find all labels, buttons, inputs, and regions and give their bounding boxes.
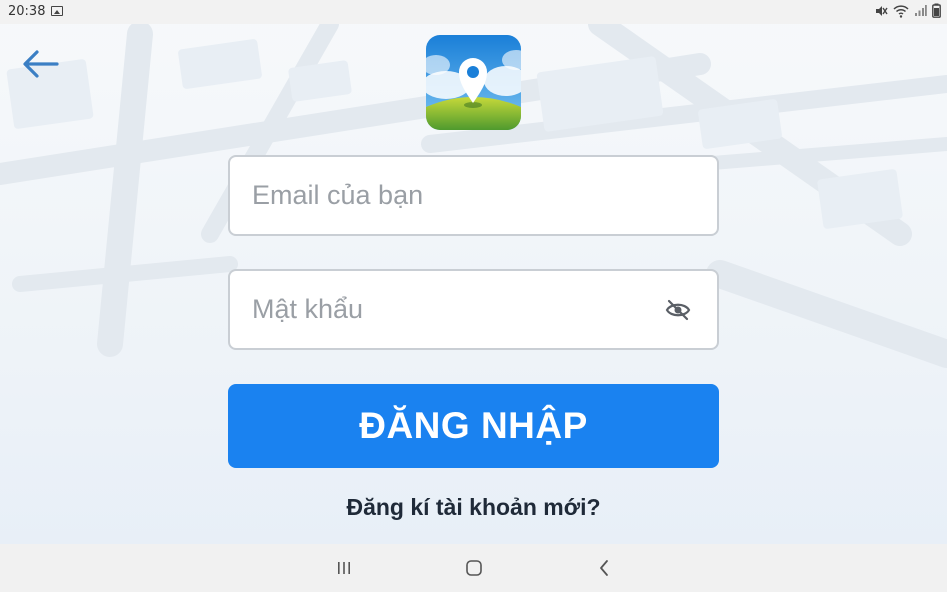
wifi-icon xyxy=(893,4,909,18)
battery-icon xyxy=(932,3,941,18)
map-pin-landscape-logo xyxy=(426,35,521,130)
status-bar: 20:38 xyxy=(0,0,947,24)
recent-apps-icon xyxy=(338,562,350,574)
mute-icon xyxy=(876,5,888,16)
status-icons xyxy=(874,3,941,18)
email-field-container[interactable] xyxy=(228,155,719,236)
eye-off-icon xyxy=(665,299,691,321)
password-field-container[interactable] xyxy=(228,269,719,350)
back-button[interactable] xyxy=(18,44,62,84)
app-logo xyxy=(426,35,521,130)
register-link[interactable]: Đăng kí tài khoản mới? xyxy=(228,494,719,521)
image-icon xyxy=(51,6,63,16)
email-input[interactable] xyxy=(252,157,672,234)
back-chevron-icon xyxy=(600,560,608,576)
password-visibility-toggle[interactable] xyxy=(665,298,691,322)
login-button[interactable]: ĐĂNG NHẬP xyxy=(228,384,719,468)
signal-icon xyxy=(915,5,927,16)
arrow-left-icon xyxy=(23,50,59,78)
status-time: 20:38 xyxy=(8,4,46,19)
home-icon xyxy=(466,560,482,576)
home-button[interactable] xyxy=(454,554,494,582)
password-input[interactable] xyxy=(252,271,672,348)
nav-back-button[interactable] xyxy=(584,554,624,582)
recent-apps-button[interactable] xyxy=(324,554,364,582)
login-screen: 20:38 Email của bạn ĐĂNG NHẬP Đăng kí tà… xyxy=(0,0,947,592)
navigation-bar xyxy=(0,544,947,592)
